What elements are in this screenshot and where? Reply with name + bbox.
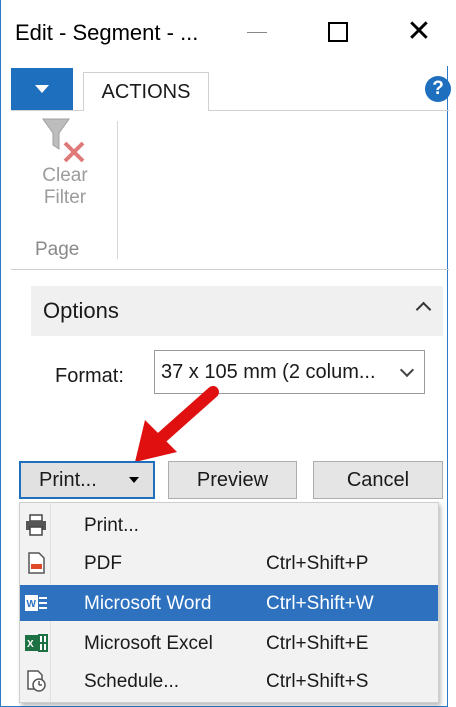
menu-item-pdf[interactable]: PDF Ctrl+Shift+P — [20, 545, 438, 581]
menu-item-print[interactable]: Print... — [20, 507, 438, 543]
print-button-label: Print... — [39, 469, 97, 491]
format-value: 37 x 105 mm (2 colum... — [161, 361, 376, 383]
preview-button[interactable]: Preview — [168, 461, 297, 499]
minimize-button[interactable] — [237, 12, 277, 52]
printer-icon — [26, 514, 46, 536]
clear-filter-icon — [42, 118, 85, 163]
app-menu-button[interactable] — [11, 68, 73, 110]
print-button[interactable]: Print... — [19, 461, 155, 499]
chevron-up-icon[interactable] — [415, 301, 432, 318]
pdf-icon — [28, 552, 45, 574]
caret-down-icon — [129, 477, 139, 483]
maximize-button[interactable] — [317, 12, 357, 52]
clear-filter-button[interactable]: Clear Filter — [31, 115, 99, 235]
cancel-button[interactable]: Cancel — [313, 461, 443, 499]
word-icon: W — [25, 595, 47, 611]
options-section-header[interactable]: Options — [31, 286, 443, 336]
ribbon-panel: Clear Filter Page — [11, 111, 449, 270]
menu-item-label: Schedule... — [84, 671, 180, 692]
menu-item-label: Print... — [84, 515, 139, 536]
clear-filter-label-1: Clear — [42, 165, 88, 186]
menu-item-microsoft-excel[interactable]: X Microsoft Excel Ctrl+Shift+E — [20, 625, 438, 661]
format-label: Format: — [55, 365, 124, 387]
schedule-icon — [27, 670, 46, 692]
ribbon-tabs: ACTIONS ? — [11, 68, 451, 111]
minimize-icon — [247, 32, 267, 33]
menu-item-shortcut: Ctrl+Shift+W — [266, 593, 374, 614]
menu-item-schedule[interactable]: Schedule... Ctrl+Shift+S — [20, 663, 438, 699]
options-title: Options — [43, 298, 119, 323]
menu-item-label: PDF — [84, 553, 122, 574]
menu-item-shortcut: Ctrl+Shift+P — [266, 553, 369, 574]
menu-item-label: Microsoft Excel — [84, 633, 213, 654]
ribbon-group-label: Page — [35, 239, 80, 260]
menu-item-shortcut: Ctrl+Shift+E — [266, 633, 369, 654]
ribbon-group-separator — [117, 121, 118, 259]
close-button[interactable]: ✕ — [399, 12, 439, 52]
help-icon[interactable]: ? — [425, 76, 451, 102]
menu-item-shortcut: Ctrl+Shift+S — [266, 671, 369, 692]
window-title: Edit - Segment - ... — [15, 20, 199, 45]
red-arrow-annotation — [135, 386, 219, 462]
tab-actions[interactable]: ACTIONS — [83, 72, 209, 111]
edit-segment-window: Edit - Segment - ... ✕ ACTIONS ? Clear F… — [0, 0, 451, 707]
chevron-down-icon — [399, 362, 415, 378]
maximize-icon — [328, 22, 348, 42]
print-dropdown-menu: Print... PDF Ctrl+Shift+P W Microsoft Wo… — [19, 502, 439, 703]
excel-icon: X — [25, 634, 48, 652]
close-icon: ✕ — [406, 15, 432, 48]
menu-item-label: Microsoft Word — [84, 593, 212, 614]
svg-text:W: W — [27, 599, 37, 610]
clear-filter-label-2: Filter — [43, 187, 87, 208]
caret-down-icon — [35, 85, 49, 93]
menu-item-microsoft-word[interactable]: W Microsoft Word Ctrl+Shift+W — [20, 585, 438, 621]
title-bar: Edit - Segment - ... ✕ — [1, 0, 449, 66]
svg-text:X: X — [27, 639, 34, 650]
